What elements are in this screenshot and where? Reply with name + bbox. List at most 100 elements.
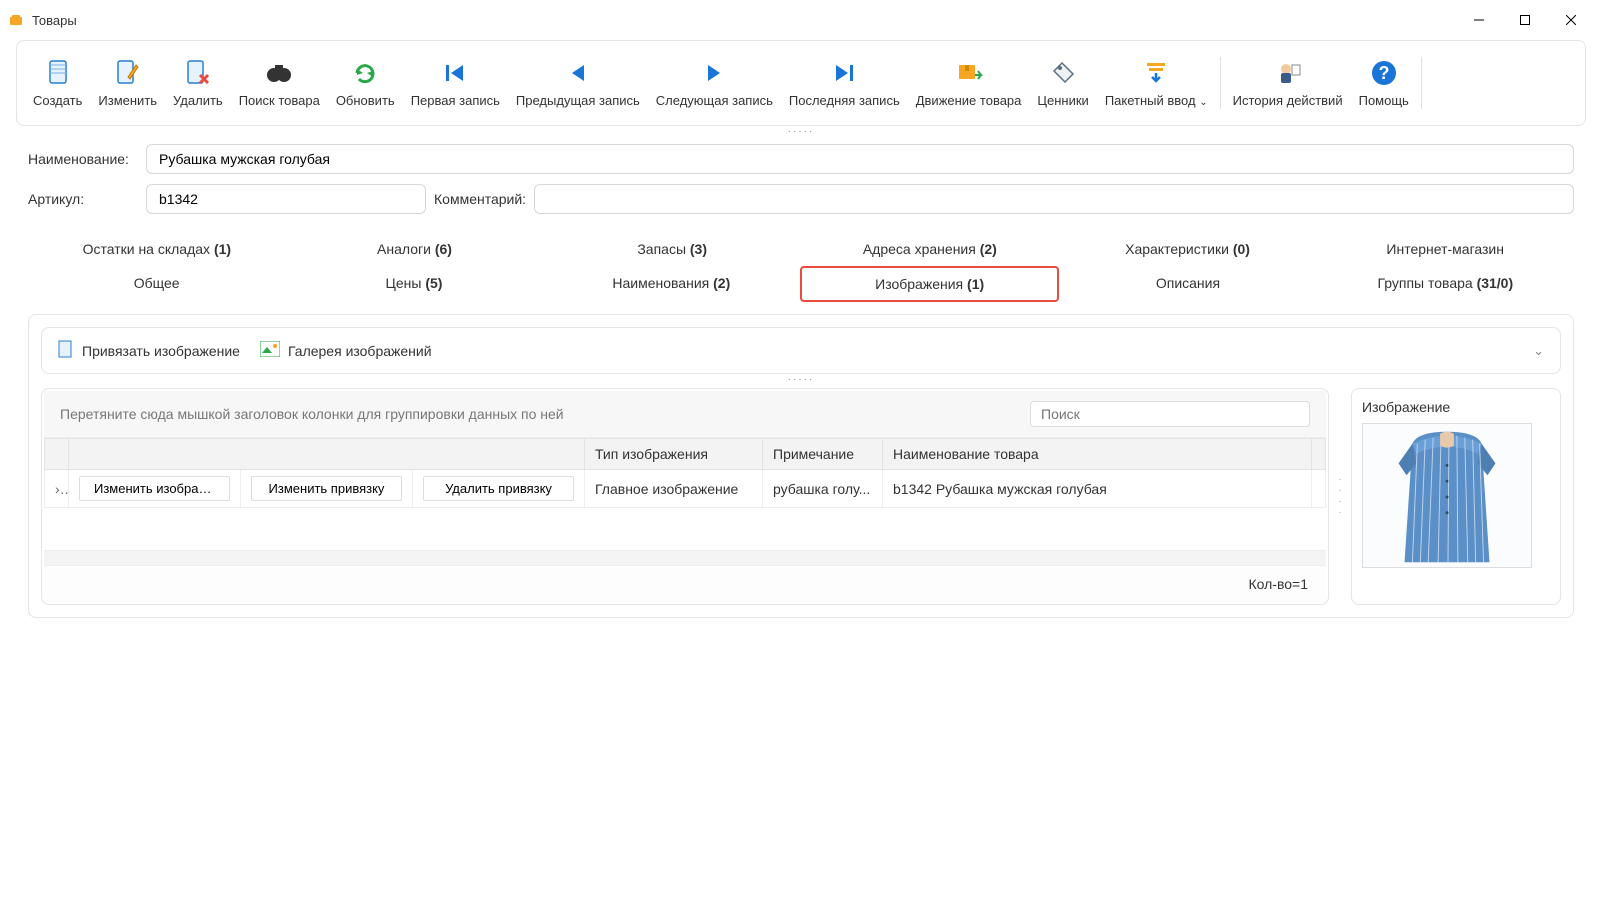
note-column-header[interactable]: Примечание (763, 439, 883, 470)
comment-label: Комментарий: (434, 191, 526, 207)
titlebar: Товары (0, 0, 1602, 40)
images-sub-toolbar: Привязать изображение Галерея изображени… (41, 327, 1561, 374)
tab-product-groups[interactable]: Группы товара (31/0) (1317, 266, 1574, 302)
tab-reserves[interactable]: Запасы (3) (543, 232, 801, 266)
doc-delete-icon (182, 57, 214, 89)
change-image-button[interactable]: Изменить изображение (79, 476, 230, 501)
tab-descriptions[interactable]: Описания (1059, 266, 1316, 302)
product-name-cell: b1342 Рубашка мужская голубая (883, 470, 1312, 508)
bind-image-button[interactable]: Привязать изображение (58, 340, 240, 361)
tab-stock[interactable]: Остатки на складах (1) (28, 232, 286, 266)
doc-new-icon (42, 57, 74, 89)
expand-column-header[interactable] (45, 439, 69, 470)
name-label: Наименование: (28, 151, 138, 167)
last-icon (828, 57, 860, 89)
toolbar-separator (1421, 57, 1422, 109)
toolbar-label: Помощь (1359, 93, 1409, 109)
grid-header-row: Тип изображения Примечание Наименование … (45, 439, 1326, 470)
history-icon (1272, 57, 1304, 89)
scrollbar-cell (1312, 470, 1326, 508)
horizontal-splitter[interactable]: ····· (41, 374, 1561, 384)
horizontal-scrollbar[interactable] (44, 550, 1326, 565)
main-toolbar: Создать Изменить Удалить Поиск товара Об… (16, 40, 1586, 126)
help-icon: ? (1368, 57, 1400, 89)
delete-button[interactable]: Удалить (165, 53, 231, 113)
type-column-header[interactable]: Тип изображения (585, 439, 763, 470)
refresh-button[interactable]: Обновить (328, 53, 403, 113)
delete-binding-button[interactable]: Удалить привязку (423, 476, 574, 501)
window-title: Товары (32, 13, 1456, 28)
tab-analogs[interactable]: Аналоги (6) (286, 232, 544, 266)
toolbar-label: Изменить (98, 93, 157, 109)
image-type-cell: Главное изображение (585, 470, 763, 508)
minimize-button[interactable] (1456, 4, 1502, 36)
grid-search-input[interactable] (1030, 401, 1310, 427)
refresh-icon (349, 57, 381, 89)
help-button[interactable]: ? Помощь (1351, 53, 1417, 113)
vertical-splitter[interactable]: ···· (1337, 388, 1343, 605)
toolbar-label: Предыдущая запись (516, 93, 640, 109)
row-expand-button[interactable]: › (45, 470, 69, 508)
horizontal-splitter[interactable]: ····· (16, 126, 1586, 136)
history-button[interactable]: История действий (1225, 53, 1351, 113)
article-label: Артикул: (28, 191, 138, 207)
last-record-button[interactable]: Последняя запись (781, 53, 908, 113)
edit-button[interactable]: Изменить (90, 53, 165, 113)
image-thumbnail[interactable] (1362, 423, 1532, 568)
svg-text:?: ? (1378, 63, 1389, 83)
product-name-column-header[interactable]: Наименование товара (883, 439, 1312, 470)
price-tag-icon (1047, 57, 1079, 89)
toolbar-label: Ценники (1037, 93, 1088, 109)
toolbar-label: Последняя запись (789, 93, 900, 109)
toolbar-label: Удалить (173, 93, 223, 109)
maximize-button[interactable] (1502, 4, 1548, 36)
app-icon (8, 12, 24, 28)
batch-input-button[interactable]: Пакетный ввод ⌄ (1097, 53, 1216, 113)
comment-input[interactable] (534, 184, 1574, 214)
toolbar-label: Поиск товара (239, 93, 320, 109)
product-movement-button[interactable]: Движение товара (908, 53, 1030, 113)
box-movement-icon (953, 57, 985, 89)
tab-characteristics[interactable]: Характеристики (0) (1059, 232, 1317, 266)
first-record-button[interactable]: Первая запись (403, 53, 508, 113)
first-icon (439, 57, 471, 89)
tab-prices[interactable]: Цены (5) (285, 266, 542, 302)
prev-record-button[interactable]: Предыдущая запись (508, 53, 648, 113)
actions-column-header[interactable] (69, 439, 585, 470)
images-grid-panel: Перетяните сюда мышкой заголовок колонки… (41, 388, 1329, 605)
images-grid: Тип изображения Примечание Наименование … (44, 438, 1326, 550)
tab-eshop[interactable]: Интернет-магазин (1316, 232, 1574, 266)
next-record-button[interactable]: Следующая запись (648, 53, 781, 113)
article-input[interactable] (146, 184, 426, 214)
toolbar-label: Пакетный ввод (1105, 93, 1196, 108)
tab-storage[interactable]: Адреса хранения (2) (801, 232, 1059, 266)
image-preview-panel: Изображение (1351, 388, 1561, 605)
create-button[interactable]: Создать (25, 53, 90, 113)
batch-icon (1140, 57, 1172, 89)
name-input[interactable] (146, 144, 1574, 174)
next-icon (698, 57, 730, 89)
grid-row[interactable]: › Изменить изображение Изменить привязку… (45, 470, 1326, 508)
gallery-icon (260, 341, 280, 360)
change-binding-button[interactable]: Изменить привязку (251, 476, 402, 501)
doc-edit-icon (112, 57, 144, 89)
close-button[interactable] (1548, 4, 1594, 36)
tab-images[interactable]: Изображения (1) (800, 266, 1059, 302)
price-tags-button[interactable]: Ценники (1029, 53, 1096, 113)
prev-icon (562, 57, 594, 89)
grid-count-label: Кол-во=1 (1249, 576, 1309, 592)
image-gallery-button[interactable]: Галерея изображений (260, 341, 432, 360)
toolbar-label: История действий (1233, 93, 1343, 109)
sub-toolbar-label: Галерея изображений (288, 343, 432, 359)
search-product-button[interactable]: Поиск товара (231, 53, 328, 113)
scrollbar-spacer (1312, 439, 1326, 470)
toolbar-label: Движение товара (916, 93, 1022, 109)
toolbar-label: Обновить (336, 93, 395, 109)
chevron-down-icon: ⌄ (1199, 97, 1207, 108)
note-cell: рубашка голу... (763, 470, 883, 508)
doc-icon (58, 340, 74, 361)
chevron-down-icon[interactable]: ⌄ (1533, 343, 1544, 359)
toolbar-label: Первая запись (411, 93, 500, 109)
tab-general[interactable]: Общее (28, 266, 285, 302)
tab-names[interactable]: Наименования (2) (543, 266, 800, 302)
